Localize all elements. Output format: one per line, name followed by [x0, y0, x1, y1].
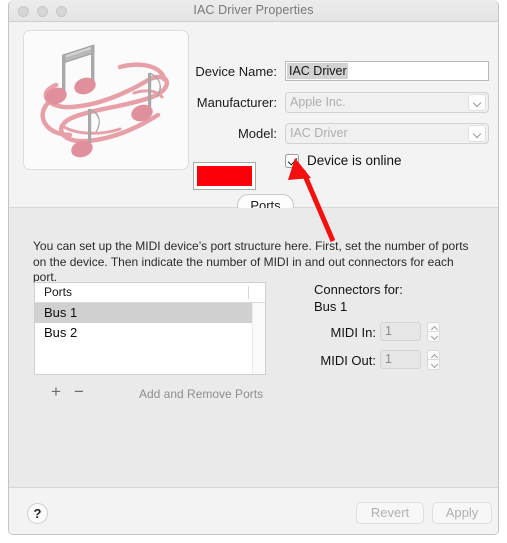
- ports-column-header: Ports: [44, 285, 73, 299]
- window-title: IAC Driver Properties: [193, 3, 314, 17]
- midi-in-stepper[interactable]: [427, 322, 440, 342]
- device-online-label: Device is online: [307, 153, 402, 168]
- color-swatch-fill: [197, 166, 252, 186]
- model-label: Model:: [237, 126, 277, 141]
- device-name-value: IAC Driver: [287, 63, 348, 79]
- midi-out-label: MIDI Out:: [320, 353, 376, 368]
- stepper-up-icon[interactable]: [427, 350, 440, 360]
- revert-button[interactable]: Revert: [356, 502, 424, 524]
- device-name-label: Device Name:: [195, 64, 277, 79]
- manufacturer-label: Manufacturer:: [196, 95, 277, 110]
- manufacturer-value: Apple Inc.: [290, 95, 346, 109]
- stepper-up-icon[interactable]: [427, 322, 440, 332]
- device-online-checkbox[interactable]: [285, 154, 299, 168]
- table-row[interactable]: Bus 1: [35, 303, 265, 323]
- device-name-input[interactable]: IAC Driver: [285, 61, 489, 81]
- help-button[interactable]: ?: [27, 503, 48, 524]
- ports-table[interactable]: Ports Bus 1 Bus 2: [34, 282, 266, 375]
- connectors-title: Connectors for:: [314, 282, 403, 297]
- manufacturer-combobox[interactable]: Apple Inc.: [285, 92, 489, 113]
- port-row-label: Bus 2: [44, 325, 78, 340]
- chevron-down-icon[interactable]: [468, 94, 486, 111]
- midi-out-stepper[interactable]: [427, 350, 440, 370]
- ports-instructions: You can set up the MIDI device’s port st…: [33, 239, 469, 284]
- remove-port-button[interactable]: −: [71, 383, 87, 400]
- port-row-label: Bus 1: [44, 305, 78, 320]
- midi-in-label: MIDI In:: [330, 325, 376, 340]
- note-pair-icon: [45, 44, 96, 105]
- window-bottom-bar: ? Revert Apply: [9, 487, 498, 534]
- device-info-pane: Device Name: IAC Driver Manufacturer: Ap…: [9, 22, 498, 207]
- table-row[interactable]: Bus 2: [35, 323, 265, 343]
- window-titlebar: IAC Driver Properties: [9, 0, 498, 22]
- midi-out-input[interactable]: 1: [380, 350, 421, 369]
- add-port-button[interactable]: +: [48, 383, 64, 400]
- stepper-down-icon[interactable]: [427, 332, 440, 342]
- model-value: IAC Driver: [290, 126, 348, 140]
- add-remove-ports-label: Add and Remove Ports: [139, 387, 264, 401]
- ports-table-header: Ports: [35, 283, 265, 303]
- apply-button[interactable]: Apply: [432, 502, 492, 524]
- chevron-down-icon[interactable]: [468, 125, 486, 142]
- ports-pane: You can set up the MIDI device’s port st…: [9, 208, 498, 487]
- midi-in-input[interactable]: 1: [380, 322, 421, 341]
- model-combobox[interactable]: IAC Driver: [285, 123, 489, 144]
- column-separator: [248, 286, 249, 299]
- iac-driver-properties-window: IAC Driver Properties Device Name: IAC D…: [8, 0, 499, 535]
- connectors-bus-name: Bus 1: [314, 299, 348, 314]
- stepper-down-icon[interactable]: [427, 360, 440, 370]
- device-color-swatch[interactable]: [193, 162, 256, 190]
